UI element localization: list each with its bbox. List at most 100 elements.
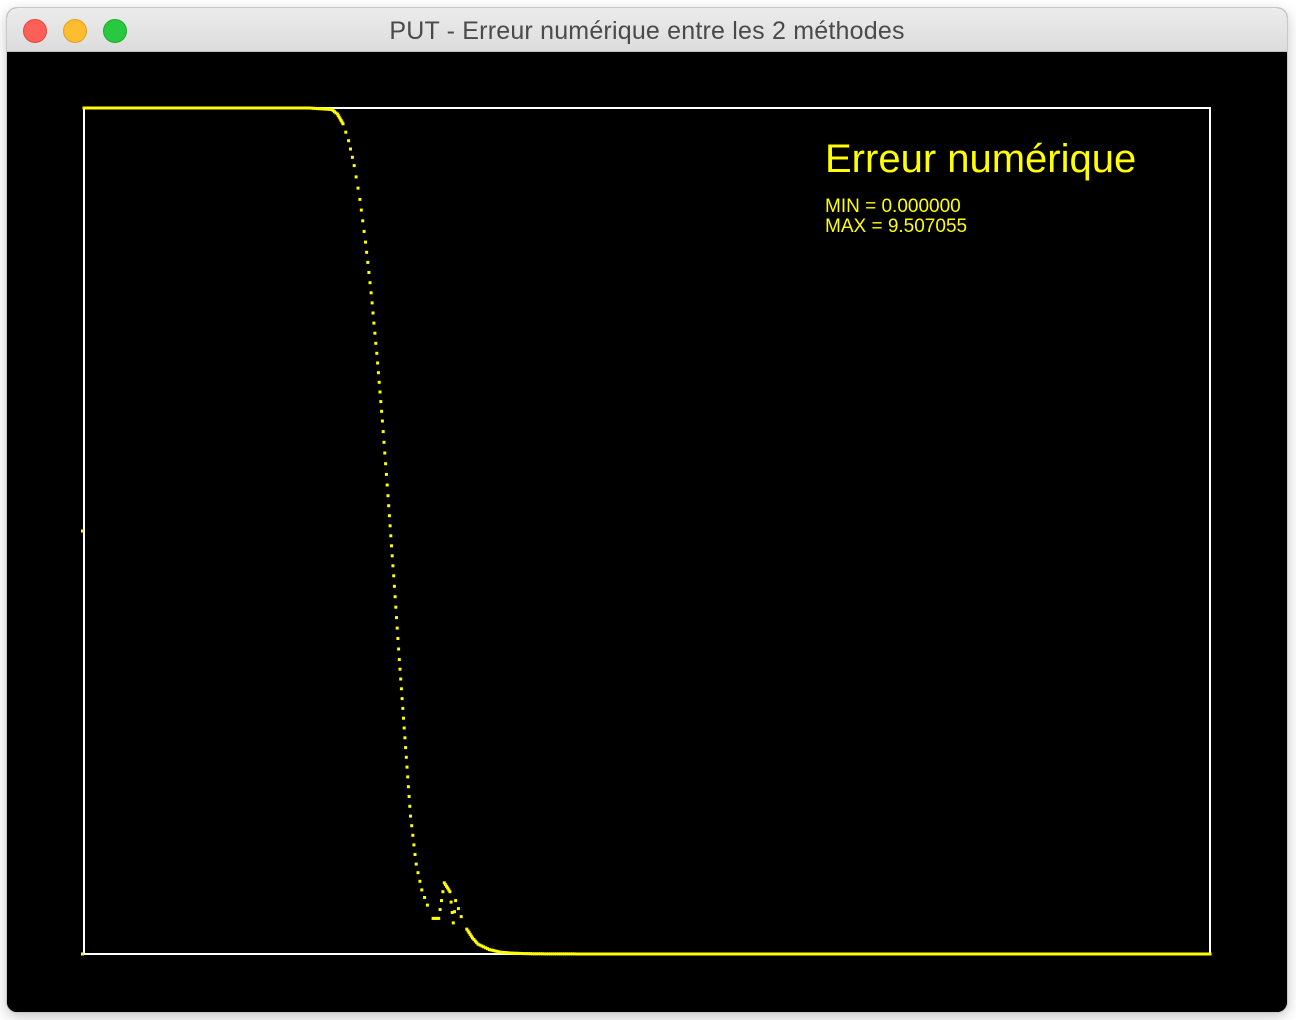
series-point	[397, 658, 401, 661]
series-point	[390, 544, 393, 548]
series-point	[393, 595, 397, 599]
series-point	[409, 814, 412, 818]
series-point	[383, 451, 387, 455]
series-point	[416, 871, 420, 875]
window-title: PUT - Erreur numérique entre les 2 métho…	[389, 17, 905, 45]
series-point	[401, 706, 405, 710]
min-value-label: MIN = 0.000000	[825, 196, 961, 217]
series-point	[349, 147, 352, 151]
series-point	[392, 574, 396, 578]
series-point	[395, 616, 398, 620]
series-point	[387, 504, 391, 508]
series-point	[375, 351, 379, 355]
series-point	[372, 321, 376, 325]
series-point	[449, 900, 453, 904]
series-point	[391, 564, 395, 568]
series-point	[350, 155, 354, 159]
series-point	[402, 726, 406, 730]
series-point	[384, 472, 388, 476]
series-point	[394, 605, 398, 609]
series-point	[441, 890, 445, 894]
series-point	[392, 584, 396, 588]
series-point	[370, 301, 374, 305]
series-point	[414, 862, 418, 866]
series-point	[365, 250, 369, 254]
series-point	[413, 853, 417, 856]
series-point	[397, 647, 401, 651]
series-point	[341, 122, 345, 126]
series-point	[362, 229, 366, 233]
series-point	[454, 899, 458, 903]
series-point	[399, 677, 403, 681]
series-point	[456, 907, 460, 911]
series-point	[395, 626, 399, 630]
max-value-label: MAX = 9.507055	[825, 216, 967, 237]
series-point	[407, 795, 411, 798]
series-point	[385, 483, 389, 487]
error-plot: Erreur numérique MIN = 0.000000 MAX = 9.…	[81, 106, 1212, 956]
series-point	[380, 409, 384, 413]
series-point	[404, 755, 408, 759]
app-window: PUT - Erreur numérique entre les 2 métho…	[7, 8, 1287, 1012]
series-point	[352, 164, 356, 168]
series-point	[453, 910, 456, 914]
series-point	[388, 524, 392, 528]
series-point	[382, 440, 386, 444]
series-point	[344, 130, 348, 134]
series-point	[367, 271, 371, 274]
series-point	[356, 186, 360, 190]
series-point	[398, 667, 402, 671]
series-point	[459, 915, 463, 919]
series-point	[440, 899, 443, 903]
series-point	[437, 916, 441, 920]
series-point	[386, 494, 390, 498]
series-point	[381, 430, 385, 434]
series-point	[358, 197, 362, 201]
series-point	[378, 390, 382, 394]
series-point	[406, 775, 410, 779]
series-point	[438, 908, 442, 911]
title-bar[interactable]: PUT - Erreur numérique entre les 2 métho…	[7, 8, 1287, 52]
series-point	[451, 921, 455, 925]
series-point	[371, 311, 375, 315]
series-point	[402, 716, 405, 720]
series-point	[374, 341, 378, 345]
series-point	[425, 903, 429, 907]
plot-heading: Erreur numérique	[825, 137, 1136, 181]
series-point	[379, 400, 383, 404]
series-point	[390, 554, 394, 558]
series-point	[387, 514, 391, 518]
series-point	[1208, 952, 1212, 956]
series-point	[347, 139, 351, 143]
series-point	[366, 260, 370, 264]
series-point	[377, 380, 381, 384]
series-point	[403, 736, 407, 740]
series-point	[376, 371, 380, 375]
series-point	[400, 697, 404, 701]
series-point	[411, 833, 415, 837]
series-point	[376, 361, 380, 365]
series-point	[404, 746, 408, 750]
error-series	[81, 106, 1212, 956]
series-point	[412, 843, 416, 847]
series-point	[405, 765, 409, 769]
series-point	[369, 291, 373, 295]
series-point	[418, 879, 422, 883]
series-point	[384, 462, 388, 466]
axis-marker	[81, 529, 84, 533]
series-point	[396, 637, 400, 640]
axis-marker	[81, 952, 84, 956]
series-point	[410, 824, 414, 828]
series-point	[359, 208, 363, 212]
series-point	[364, 240, 367, 244]
series-point	[380, 419, 384, 423]
series-point	[354, 175, 358, 179]
series-point	[368, 281, 372, 285]
series-point	[423, 896, 427, 899]
series-point	[406, 785, 410, 789]
series-point	[408, 804, 412, 808]
series-point	[399, 687, 403, 691]
series-point	[448, 890, 452, 894]
plot-frame	[83, 107, 1211, 955]
series-point	[373, 331, 377, 335]
